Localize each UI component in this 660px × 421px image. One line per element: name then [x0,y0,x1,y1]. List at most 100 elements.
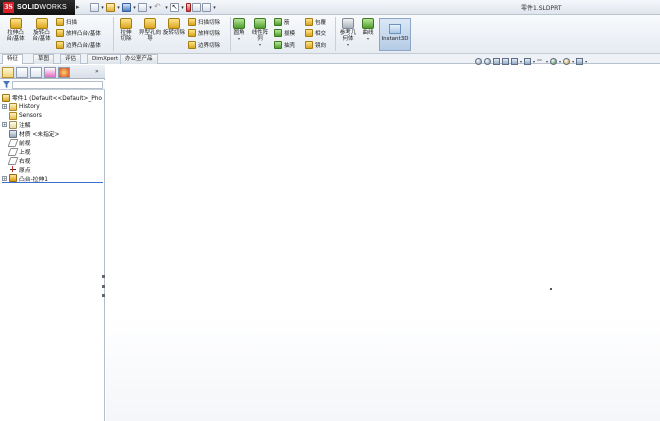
intersect-button[interactable]: 相交 [305,28,326,37]
save-icon[interactable] [122,3,131,12]
open-folder-icon[interactable] [106,3,115,12]
instant3d-label: Instant3D [381,36,409,42]
property-manager-tab-icon[interactable] [16,67,28,78]
file-properties-icon[interactable] [192,3,201,12]
view-settings-dropdown-icon[interactable]: ▾ [585,59,587,64]
boundary-boss-button[interactable]: 边界凸台/基体 [56,40,101,49]
print-icon[interactable] [138,3,147,12]
undo-icon[interactable]: ↶ [154,3,163,12]
hide-show-dropdown-icon[interactable]: ▾ [546,59,548,64]
tree-item-boss-extrude[interactable]: + 凸台-拉伸1 [2,174,103,183]
view-orientation-dropdown-icon[interactable]: ▾ [520,59,522,64]
tab-dimxpert[interactable]: DimXpert [87,54,124,64]
tree-item-material[interactable]: 材质 <未指定> [9,129,60,138]
rib-button[interactable]: 筋 [274,17,290,26]
revolve-boss-label: 旋转凸台/基体 [32,30,51,42]
tree-item-right-plane[interactable]: 右视 [7,156,31,165]
zoom-to-fit-icon[interactable] [475,58,482,65]
instant3d-button[interactable]: Instant3D [379,18,411,51]
draft-icon [274,28,282,37]
display-manager-tab-icon[interactable] [58,67,70,78]
swept-cut-button[interactable]: 扫描切除 [188,17,220,26]
filter-icon[interactable] [3,81,10,88]
lofted-cut-label: 放样切除 [198,30,221,37]
tab-features[interactable]: 特征 [2,54,24,64]
reference-geometry-button[interactable]: 参考几何体 ▾ [337,18,359,48]
appearance-dropdown-icon[interactable]: ▾ [559,59,561,64]
display-style-dropdown-icon[interactable]: ▾ [533,59,535,64]
rebuild-icon[interactable] [186,3,191,12]
extrude-cut-button[interactable]: 拉伸切除 [115,18,137,42]
mirror-button[interactable]: 镜向 [305,40,326,49]
window-title: 零件1.SLDPRT [521,5,562,12]
undo-dropdown-icon[interactable]: ▾ [164,5,169,11]
open-dropdown-icon[interactable]: ▾ [116,5,121,11]
previous-view-icon[interactable] [493,58,500,65]
expand-icon[interactable]: + [2,175,7,181]
hide-show-items-icon[interactable]: ∾ [537,58,544,65]
new-dropdown-icon[interactable]: ▾ [100,5,105,11]
zoom-to-area-icon[interactable] [484,58,491,65]
tree-item-history[interactable]: + History [2,102,40,111]
save-dropdown-icon[interactable]: ▾ [132,5,137,11]
fillet-button[interactable]: 圆角 ▾ [232,18,246,42]
edit-appearance-icon[interactable] [550,58,558,65]
filter-input[interactable] [12,81,103,89]
select-dropdown-icon[interactable]: ▾ [180,5,185,11]
tree-item-top-plane[interactable]: 上视 [7,147,31,156]
tree-item-label: 上视 [19,150,31,156]
extrude-boss-button[interactable]: 拉伸凸台/基体 [3,18,28,42]
graphics-area[interactable] [106,65,660,421]
view-orientation-icon[interactable] [511,58,518,65]
solidworks-logo[interactable]: 3S SOLIDWORKS [0,0,75,15]
hole-wizard-button[interactable]: 异型孔向导 [138,18,162,42]
hole-wizard-label: 异型孔向导 [139,30,162,42]
pattern-dropdown-icon[interactable]: ▾ [249,42,271,48]
apply-scene-icon[interactable] [563,58,571,65]
fillet-icon [233,18,245,29]
expand-icon[interactable]: + [2,104,7,109]
linear-pattern-button[interactable]: 线性阵列 ▾ [249,18,271,48]
mirror-icon [305,40,313,49]
shell-button[interactable]: 抽壳 [274,40,295,49]
section-view-icon[interactable] [502,58,509,65]
fillet-dropdown-icon[interactable]: ▾ [232,36,246,42]
select-arrow-icon[interactable]: ↖ [170,3,179,12]
new-document-icon[interactable] [90,3,99,12]
wrap-label: 包覆 [315,19,327,26]
sweep-button[interactable]: 扫描 [56,17,77,26]
lofted-cut-button[interactable]: 放样切除 [188,28,220,37]
curves-dropdown-icon[interactable]: ▾ [360,36,376,42]
expand-icon[interactable]: + [2,122,7,127]
more-tabs-icon[interactable]: » [95,68,99,75]
configuration-manager-tab-icon[interactable] [30,67,42,78]
tab-sketch[interactable]: 草图 [33,54,55,64]
dimxpert-manager-tab-icon[interactable] [44,67,56,78]
tree-item-annotations[interactable]: + 注解 [2,120,31,129]
loft-boss-button[interactable]: 放样凸台/基体 [56,28,101,37]
annotations-icon [9,120,17,129]
feature-manager-tab-icon[interactable] [2,67,14,78]
options-dropdown-icon[interactable]: ▾ [212,5,217,11]
tab-office-products[interactable]: 办公室产品 [120,54,158,64]
tree-item-part[interactable]: 零件1 (Default<<Default>_Pho [2,93,102,102]
revolve-boss-button[interactable]: 旋转凸台/基体 [29,18,54,42]
tree-item-sensors[interactable]: Sensors [9,111,42,120]
display-style-icon[interactable] [524,58,532,65]
wrap-button[interactable]: 包覆 [305,17,326,26]
boundary-cut-button[interactable]: 边界切除 [188,40,220,49]
reference-geometry-icon [342,18,354,29]
menu-arrow-icon[interactable]: ▸ [76,3,84,12]
options-icon[interactable] [202,3,211,12]
revolve-cut-button[interactable]: 旋转切除 [162,18,186,36]
tab-evaluate[interactable]: 评估 [60,54,82,64]
draft-button[interactable]: 拔模 [274,28,295,37]
view-settings-icon[interactable] [576,58,584,65]
curves-button[interactable]: 曲线 ▾ [360,18,376,42]
print-dropdown-icon[interactable]: ▾ [148,5,153,11]
reference-geometry-dropdown-icon[interactable]: ▾ [337,42,359,48]
app-name-bold: SOLID [17,4,40,11]
tree-item-front-plane[interactable]: 前视 [7,138,31,147]
tree-item-label: 零件1 (Default<<Default>_Pho [12,96,102,102]
scene-dropdown-icon[interactable]: ▾ [572,59,574,64]
